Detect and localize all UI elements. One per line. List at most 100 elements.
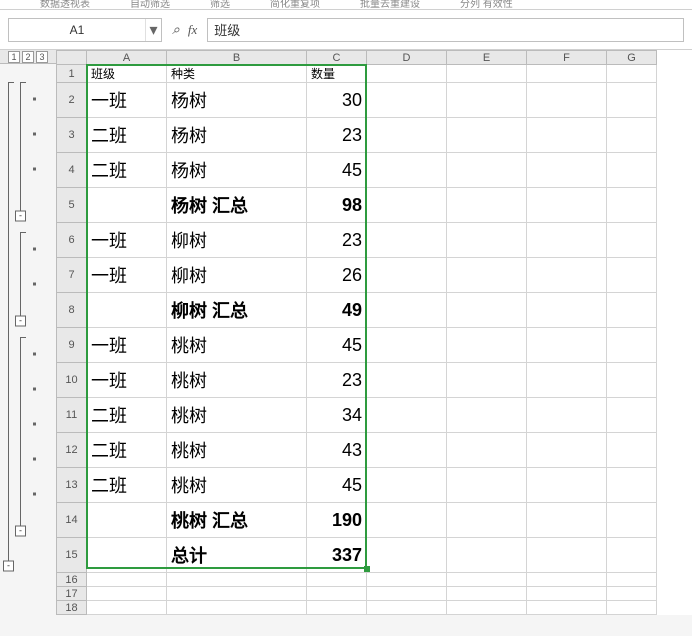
cell[interactable]: [367, 468, 447, 503]
cell[interactable]: [607, 433, 657, 468]
cell[interactable]: [87, 293, 167, 328]
cell[interactable]: 班级: [87, 65, 167, 83]
cell[interactable]: [527, 293, 607, 328]
outline-collapse-button[interactable]: -: [15, 316, 26, 327]
row-header[interactable]: 3: [57, 118, 87, 153]
cell[interactable]: 337: [307, 538, 367, 573]
cell[interactable]: [447, 433, 527, 468]
cell[interactable]: [307, 587, 367, 601]
cell[interactable]: 45: [307, 153, 367, 188]
cell[interactable]: [367, 328, 447, 363]
cell[interactable]: [367, 118, 447, 153]
cell[interactable]: [367, 573, 447, 587]
row-header[interactable]: 10: [57, 363, 87, 398]
cell[interactable]: [167, 573, 307, 587]
cell[interactable]: [607, 363, 657, 398]
select-all-corner[interactable]: [57, 51, 87, 65]
row-header[interactable]: 1: [57, 65, 87, 83]
row-header[interactable]: 17: [57, 587, 87, 601]
column-header[interactable]: E: [447, 51, 527, 65]
row-header[interactable]: 9: [57, 328, 87, 363]
cell[interactable]: 23: [307, 118, 367, 153]
row-header[interactable]: 12: [57, 433, 87, 468]
cell[interactable]: [527, 188, 607, 223]
row-header[interactable]: 16: [57, 573, 87, 587]
cell[interactable]: 桃树: [167, 328, 307, 363]
cell[interactable]: 二班: [87, 153, 167, 188]
cell[interactable]: [527, 573, 607, 587]
formula-bar[interactable]: 班级: [207, 18, 684, 42]
cell[interactable]: 一班: [87, 328, 167, 363]
cell[interactable]: [367, 587, 447, 601]
cell[interactable]: 杨树: [167, 118, 307, 153]
cell[interactable]: 柳树: [167, 258, 307, 293]
cell[interactable]: [607, 153, 657, 188]
cell[interactable]: [447, 188, 527, 223]
cell[interactable]: 杨树: [167, 83, 307, 118]
cell[interactable]: 二班: [87, 118, 167, 153]
cell[interactable]: 二班: [87, 468, 167, 503]
chevron-down-icon[interactable]: ▾: [145, 19, 161, 41]
cell[interactable]: [307, 601, 367, 615]
cell[interactable]: 23: [307, 363, 367, 398]
cell[interactable]: 二班: [87, 398, 167, 433]
cell[interactable]: 49: [307, 293, 367, 328]
cell[interactable]: [607, 538, 657, 573]
outline-collapse-button[interactable]: -: [15, 526, 26, 537]
cell[interactable]: [607, 188, 657, 223]
cell[interactable]: [527, 153, 607, 188]
row-header[interactable]: 13: [57, 468, 87, 503]
cell[interactable]: 34: [307, 398, 367, 433]
cell[interactable]: [447, 587, 527, 601]
cell[interactable]: [607, 573, 657, 587]
cell[interactable]: [527, 258, 607, 293]
cell[interactable]: 杨树 汇总: [167, 188, 307, 223]
cell[interactable]: 柳树 汇总: [167, 293, 307, 328]
cell[interactable]: [447, 153, 527, 188]
cell[interactable]: [447, 363, 527, 398]
cell[interactable]: [447, 468, 527, 503]
cell[interactable]: [527, 223, 607, 258]
cell[interactable]: [607, 328, 657, 363]
cell[interactable]: [607, 65, 657, 83]
spreadsheet-grid[interactable]: ABCDEFG1班级种类数量2一班杨树303二班杨树234二班杨树455杨树 汇…: [56, 50, 657, 615]
cell[interactable]: [607, 223, 657, 258]
cell[interactable]: [527, 398, 607, 433]
cell[interactable]: [367, 363, 447, 398]
row-header[interactable]: 15: [57, 538, 87, 573]
cell[interactable]: [87, 601, 167, 615]
cell[interactable]: [87, 573, 167, 587]
cell[interactable]: 一班: [87, 363, 167, 398]
cell[interactable]: 190: [307, 503, 367, 538]
cell[interactable]: [447, 258, 527, 293]
cell[interactable]: [87, 188, 167, 223]
cell[interactable]: [527, 363, 607, 398]
row-header[interactable]: 4: [57, 153, 87, 188]
cell[interactable]: [167, 601, 307, 615]
cell[interactable]: [87, 538, 167, 573]
cell[interactable]: [527, 601, 607, 615]
cell[interactable]: [87, 587, 167, 601]
cell[interactable]: [447, 601, 527, 615]
outline-collapse-button[interactable]: -: [3, 561, 14, 572]
row-header[interactable]: 7: [57, 258, 87, 293]
cell[interactable]: 二班: [87, 433, 167, 468]
cell[interactable]: [527, 468, 607, 503]
cell[interactable]: [367, 153, 447, 188]
cell[interactable]: 桃树: [167, 398, 307, 433]
cell[interactable]: 种类: [167, 65, 307, 83]
cell[interactable]: [447, 538, 527, 573]
cell[interactable]: [367, 188, 447, 223]
cell[interactable]: [527, 65, 607, 83]
column-header[interactable]: C: [307, 51, 367, 65]
row-header[interactable]: 6: [57, 223, 87, 258]
cell[interactable]: 一班: [87, 223, 167, 258]
outline-collapse-button[interactable]: -: [15, 211, 26, 222]
cell[interactable]: [367, 601, 447, 615]
cell[interactable]: 23: [307, 223, 367, 258]
cell[interactable]: [367, 223, 447, 258]
cell[interactable]: [527, 538, 607, 573]
cell[interactable]: [367, 83, 447, 118]
cell[interactable]: [527, 503, 607, 538]
cell[interactable]: [367, 398, 447, 433]
